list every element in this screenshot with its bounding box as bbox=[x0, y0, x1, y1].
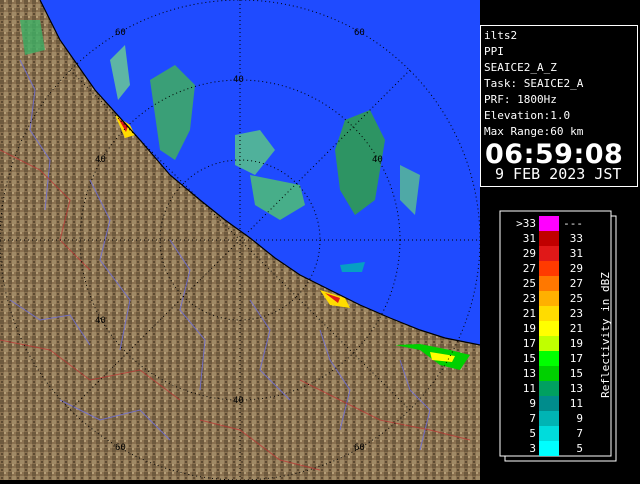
legend-swatch bbox=[539, 261, 559, 276]
legend-swatch bbox=[539, 306, 559, 321]
radar-map-svg: 60 60 40 40 40 40 40 60 60 bbox=[0, 0, 481, 480]
legend-left-label: 15 bbox=[523, 352, 536, 365]
legend-right-label: 25 bbox=[570, 292, 583, 305]
range-label: 60 bbox=[115, 28, 126, 38]
legend-swatch bbox=[539, 321, 559, 336]
scan-date: 9 FEB 2023 JST bbox=[495, 165, 622, 183]
legend-swatch bbox=[539, 231, 559, 246]
info-panel: ilts2 PPI SEAICE2_A_Z Task: SEAICE2_A PR… bbox=[480, 25, 638, 187]
legend-right-label: 33 bbox=[570, 232, 583, 245]
legend-swatch bbox=[539, 351, 559, 366]
legend-right-label: 17 bbox=[570, 352, 583, 365]
legend-swatch bbox=[539, 291, 559, 306]
legend-right-label: 27 bbox=[570, 277, 583, 290]
legend-swatch bbox=[539, 246, 559, 261]
legend-left-label: 7 bbox=[529, 412, 536, 425]
legend-left-label: >33 bbox=[516, 217, 536, 230]
legend-right-label: 5 bbox=[576, 442, 583, 455]
legend-left-label: 31 bbox=[523, 232, 536, 245]
legend-left-label: 3 bbox=[529, 442, 536, 455]
legend-left-label: 9 bbox=[529, 397, 536, 410]
scan-mode: PPI bbox=[484, 45, 504, 58]
product-name: SEAICE2_A_Z bbox=[484, 61, 557, 74]
legend-right-label: 7 bbox=[576, 427, 583, 440]
range-label: 40 bbox=[233, 396, 244, 406]
legend-swatch bbox=[539, 336, 559, 351]
legend-right-label: 21 bbox=[570, 322, 583, 335]
legend-swatch bbox=[539, 396, 559, 411]
legend-right-label: 13 bbox=[570, 382, 583, 395]
legend-left-label: 17 bbox=[523, 337, 536, 350]
legend-swatch bbox=[539, 441, 559, 456]
legend-swatch bbox=[539, 366, 559, 381]
range-label: 60 bbox=[354, 28, 365, 38]
range-label: 40 bbox=[95, 155, 106, 165]
legend-right-label: 29 bbox=[570, 262, 583, 275]
legend-right-label: 9 bbox=[576, 412, 583, 425]
legend-left-label: 13 bbox=[523, 367, 536, 380]
site-name: ilts2 bbox=[484, 29, 518, 42]
legend-right-label: 15 bbox=[570, 367, 583, 380]
legend-right-label: 19 bbox=[570, 337, 583, 350]
legend-left-label: 25 bbox=[523, 277, 536, 290]
legend-right-label: 23 bbox=[570, 307, 583, 320]
legend-left-label: 5 bbox=[529, 427, 536, 440]
legend-left-label: 23 bbox=[523, 292, 536, 305]
legend-swatch bbox=[539, 381, 559, 396]
legend-left-label: 11 bbox=[523, 382, 536, 395]
task-name: Task: SEAICE2_A bbox=[484, 77, 584, 90]
range-label: 40 bbox=[372, 155, 383, 165]
range-label: 60 bbox=[354, 443, 365, 453]
elevation-value: Elevation:1.0 bbox=[484, 109, 571, 122]
legend-right-label: 31 bbox=[570, 247, 583, 260]
legend-swatch bbox=[539, 216, 559, 231]
legend-left-label: 29 bbox=[523, 247, 536, 260]
legend-right-label: 11 bbox=[570, 397, 583, 410]
legend-left-label: 21 bbox=[523, 307, 536, 320]
range-label: 60 bbox=[115, 443, 126, 453]
legend-swatch bbox=[539, 426, 559, 441]
legend-left-label: 19 bbox=[523, 322, 536, 335]
radar-map[interactable]: 60 60 40 40 40 40 40 60 60 bbox=[0, 0, 481, 480]
legend-right-label: --- bbox=[563, 217, 583, 230]
range-label: 40 bbox=[233, 75, 244, 85]
legend-swatch bbox=[539, 276, 559, 291]
legend-left-label: 27 bbox=[523, 262, 536, 275]
range-label: 40 bbox=[95, 316, 106, 326]
legend-title: Reflectivity in dBZ bbox=[599, 272, 612, 398]
legend-svg: >33 --- 31 33 29 31 27 29 25 27 23 25 21 23 19 21 17 19 15… bbox=[499, 210, 617, 462]
prf-value: PRF: 1800Hz bbox=[484, 93, 557, 106]
legend-swatch bbox=[539, 411, 559, 426]
color-legend: >33 --- 31 33 29 31 27 29 25 27 23 25 21 23 19 21 17 19 15… bbox=[499, 210, 617, 462]
max-range-value: Max Range:60 km bbox=[484, 125, 584, 138]
